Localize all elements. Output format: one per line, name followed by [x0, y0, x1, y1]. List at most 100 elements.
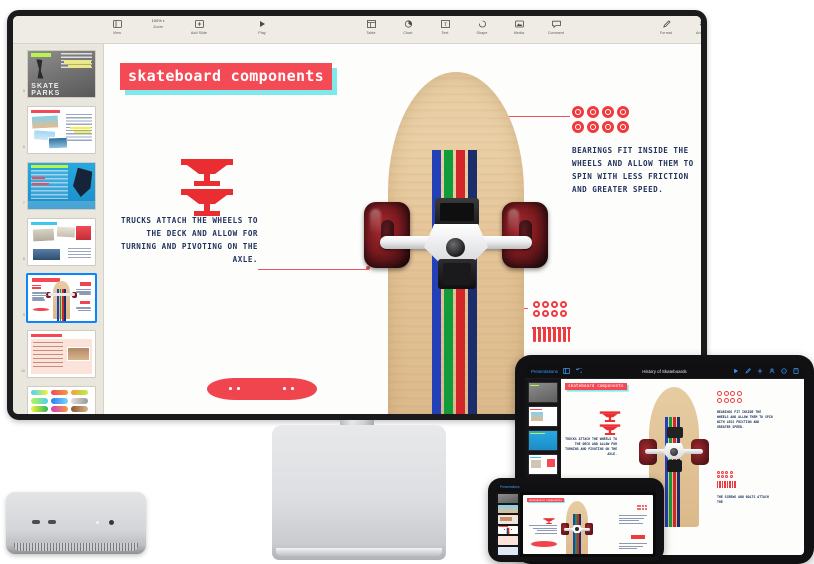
- iphone-list-item[interactable]: [498, 494, 518, 503]
- ipad-list-item[interactable]: [528, 430, 558, 451]
- table-icon: [366, 18, 376, 29]
- chart-icon: [404, 18, 413, 29]
- animate-icon: [699, 18, 701, 29]
- list-item[interactable]: 7: [20, 162, 96, 210]
- document-icon[interactable]: [793, 368, 799, 374]
- ipad-list-item[interactable]: [528, 454, 558, 475]
- slide-number: 9: [23, 313, 25, 317]
- zoom-value: 100%: [151, 18, 162, 23]
- bearings-callout-text[interactable]: BEARINGS FIT INSIDE THE WHEELS AND ALLOW…: [572, 144, 701, 196]
- iphone-list-item[interactable]: [498, 536, 518, 545]
- insert-media-button[interactable]: Media: [506, 18, 532, 35]
- slide-thumbnail-text-and-photo[interactable]: [26, 330, 96, 378]
- iphone-slide-navigator[interactable]: [496, 492, 520, 557]
- play-icon[interactable]: [733, 368, 739, 374]
- power-led-icon: [96, 521, 99, 524]
- iphone-list-item[interactable]: [498, 504, 518, 513]
- play-button[interactable]: Play: [249, 18, 275, 35]
- truck-graphic-top: [179, 158, 235, 191]
- slide-thumbnail-gear-collage[interactable]: [26, 218, 96, 266]
- slide-number: 5: [23, 89, 25, 93]
- iphone-slide-canvas[interactable]: skateboard components: [523, 495, 653, 554]
- slide-thumbnail-blue-table[interactable]: [26, 162, 96, 210]
- skateboard-truck: [380, 198, 532, 289]
- bearing-ring: [617, 106, 629, 118]
- slide-number: 7: [23, 201, 25, 205]
- shape-icon: [478, 18, 487, 29]
- undo-icon[interactable]: [575, 368, 582, 374]
- format-brush-icon: [662, 18, 671, 29]
- mac-studio: [6, 492, 146, 554]
- slide-navigator[interactable]: 5 SKATE PARKS 6 7 8 9 10: [13, 44, 104, 414]
- add-slide-button[interactable]: Add Slide: [186, 18, 212, 35]
- vent-grille: [14, 543, 138, 551]
- insert-icon[interactable]: [757, 368, 763, 374]
- trucks-callout-text[interactable]: TRUCKS ATTACH THE WHEELS TO THE DECK AND…: [120, 214, 258, 266]
- list-item[interactable]: 10: [20, 330, 96, 378]
- slide-thumbnail-deck-grid[interactable]: [26, 386, 96, 414]
- iphone-toolbar: Presentations: [496, 483, 656, 498]
- slide-number: 10: [21, 369, 25, 373]
- ipad-toolbar: Presentations History of Skateboards: [525, 364, 804, 379]
- bearing-ring: [602, 121, 614, 133]
- media-label: Media: [513, 30, 525, 35]
- view-button[interactable]: View: [104, 18, 130, 35]
- collaborate-icon[interactable]: [769, 368, 775, 374]
- animate-button[interactable]: Animate: [690, 18, 701, 35]
- add-slide-label: Add Slide: [190, 30, 208, 35]
- device-lineup-scene: View 100%▾ Zoom Add Slide Play Table Cha…: [0, 0, 814, 564]
- iphone-back-to-presentations[interactable]: Presentations: [500, 485, 520, 489]
- format-label: Format: [660, 30, 672, 35]
- format-brush-icon[interactable]: [745, 368, 751, 374]
- zoom-label: Zoom: [153, 24, 163, 29]
- insert-text-button[interactable]: T Text: [432, 18, 458, 35]
- slide-thumbnail-skate-parks[interactable]: SKATE PARKS: [26, 50, 96, 98]
- iphone-screen: Presentations skateboard components: [496, 483, 656, 557]
- bearing-ring: [572, 121, 584, 133]
- ipad-document-title: History of Skateboards: [642, 368, 687, 374]
- screw: [557, 327, 561, 342]
- list-item[interactable]: 5 SKATE PARKS: [20, 50, 96, 98]
- slide-thumbnail-skateboard-components[interactable]: [25, 273, 98, 323]
- iphone-list-item[interactable]: [498, 515, 518, 524]
- ipad-trucks-callout: TRUCKS ATTACH THE WHEELS TO THE DECK AND…: [565, 437, 617, 456]
- screw: [562, 327, 566, 342]
- insert-comment-button[interactable]: Comment: [543, 18, 569, 35]
- ipad-list-item[interactable]: [528, 406, 558, 427]
- nut-ring: [560, 310, 567, 317]
- iphone-list-item-selected[interactable]: [498, 525, 518, 534]
- zoom-control[interactable]: 100%▾ Zoom: [141, 18, 175, 35]
- slide-number: 8: [23, 257, 25, 261]
- play-label: Play: [258, 30, 266, 35]
- headphone-jack-icon: [109, 520, 114, 525]
- iphone-list-item[interactable]: [498, 546, 518, 555]
- trucks-leader-line: [258, 269, 368, 271]
- bearing-ring: [587, 106, 599, 118]
- format-button[interactable]: Format: [653, 18, 679, 35]
- ipad-back-to-presentations[interactable]: Presentations: [531, 369, 558, 374]
- sidebar-icon[interactable]: [562, 368, 570, 374]
- keynote-toolbar: View 100%▾ Zoom Add Slide Play Table Cha…: [13, 16, 701, 44]
- bearing-ring: [587, 121, 599, 133]
- bearing-ring: [602, 106, 614, 118]
- list-item[interactable]: 9: [20, 273, 98, 323]
- list-item[interactable]: 11: [20, 386, 96, 414]
- text-label: Text: [441, 30, 449, 35]
- slide-title[interactable]: skateboard components: [120, 63, 332, 90]
- ipad-list-item[interactable]: [528, 382, 558, 403]
- more-icon[interactable]: [781, 368, 787, 374]
- insert-chart-button[interactable]: Chart: [395, 18, 421, 35]
- insert-shape-button[interactable]: Shape: [469, 18, 495, 35]
- ipad-slide-title: skateboard components: [565, 383, 627, 390]
- display-stand-base: [272, 425, 446, 560]
- list-item[interactable]: 6: [20, 106, 96, 154]
- bearing-ring: [572, 106, 584, 118]
- animate-label: Animate: [696, 30, 701, 35]
- chart-label: Chart: [403, 30, 413, 35]
- insert-table-button[interactable]: Table: [358, 18, 384, 35]
- iphone: Presentations skateboard components: [488, 478, 664, 562]
- slide-thumbnail-photo-collage[interactable]: [26, 106, 96, 154]
- ipad-screws-callout: THE SCREWS AND BOLTS ATTACH THE: [717, 495, 769, 504]
- list-item[interactable]: 8: [20, 218, 96, 266]
- bearing-ring: [617, 121, 629, 133]
